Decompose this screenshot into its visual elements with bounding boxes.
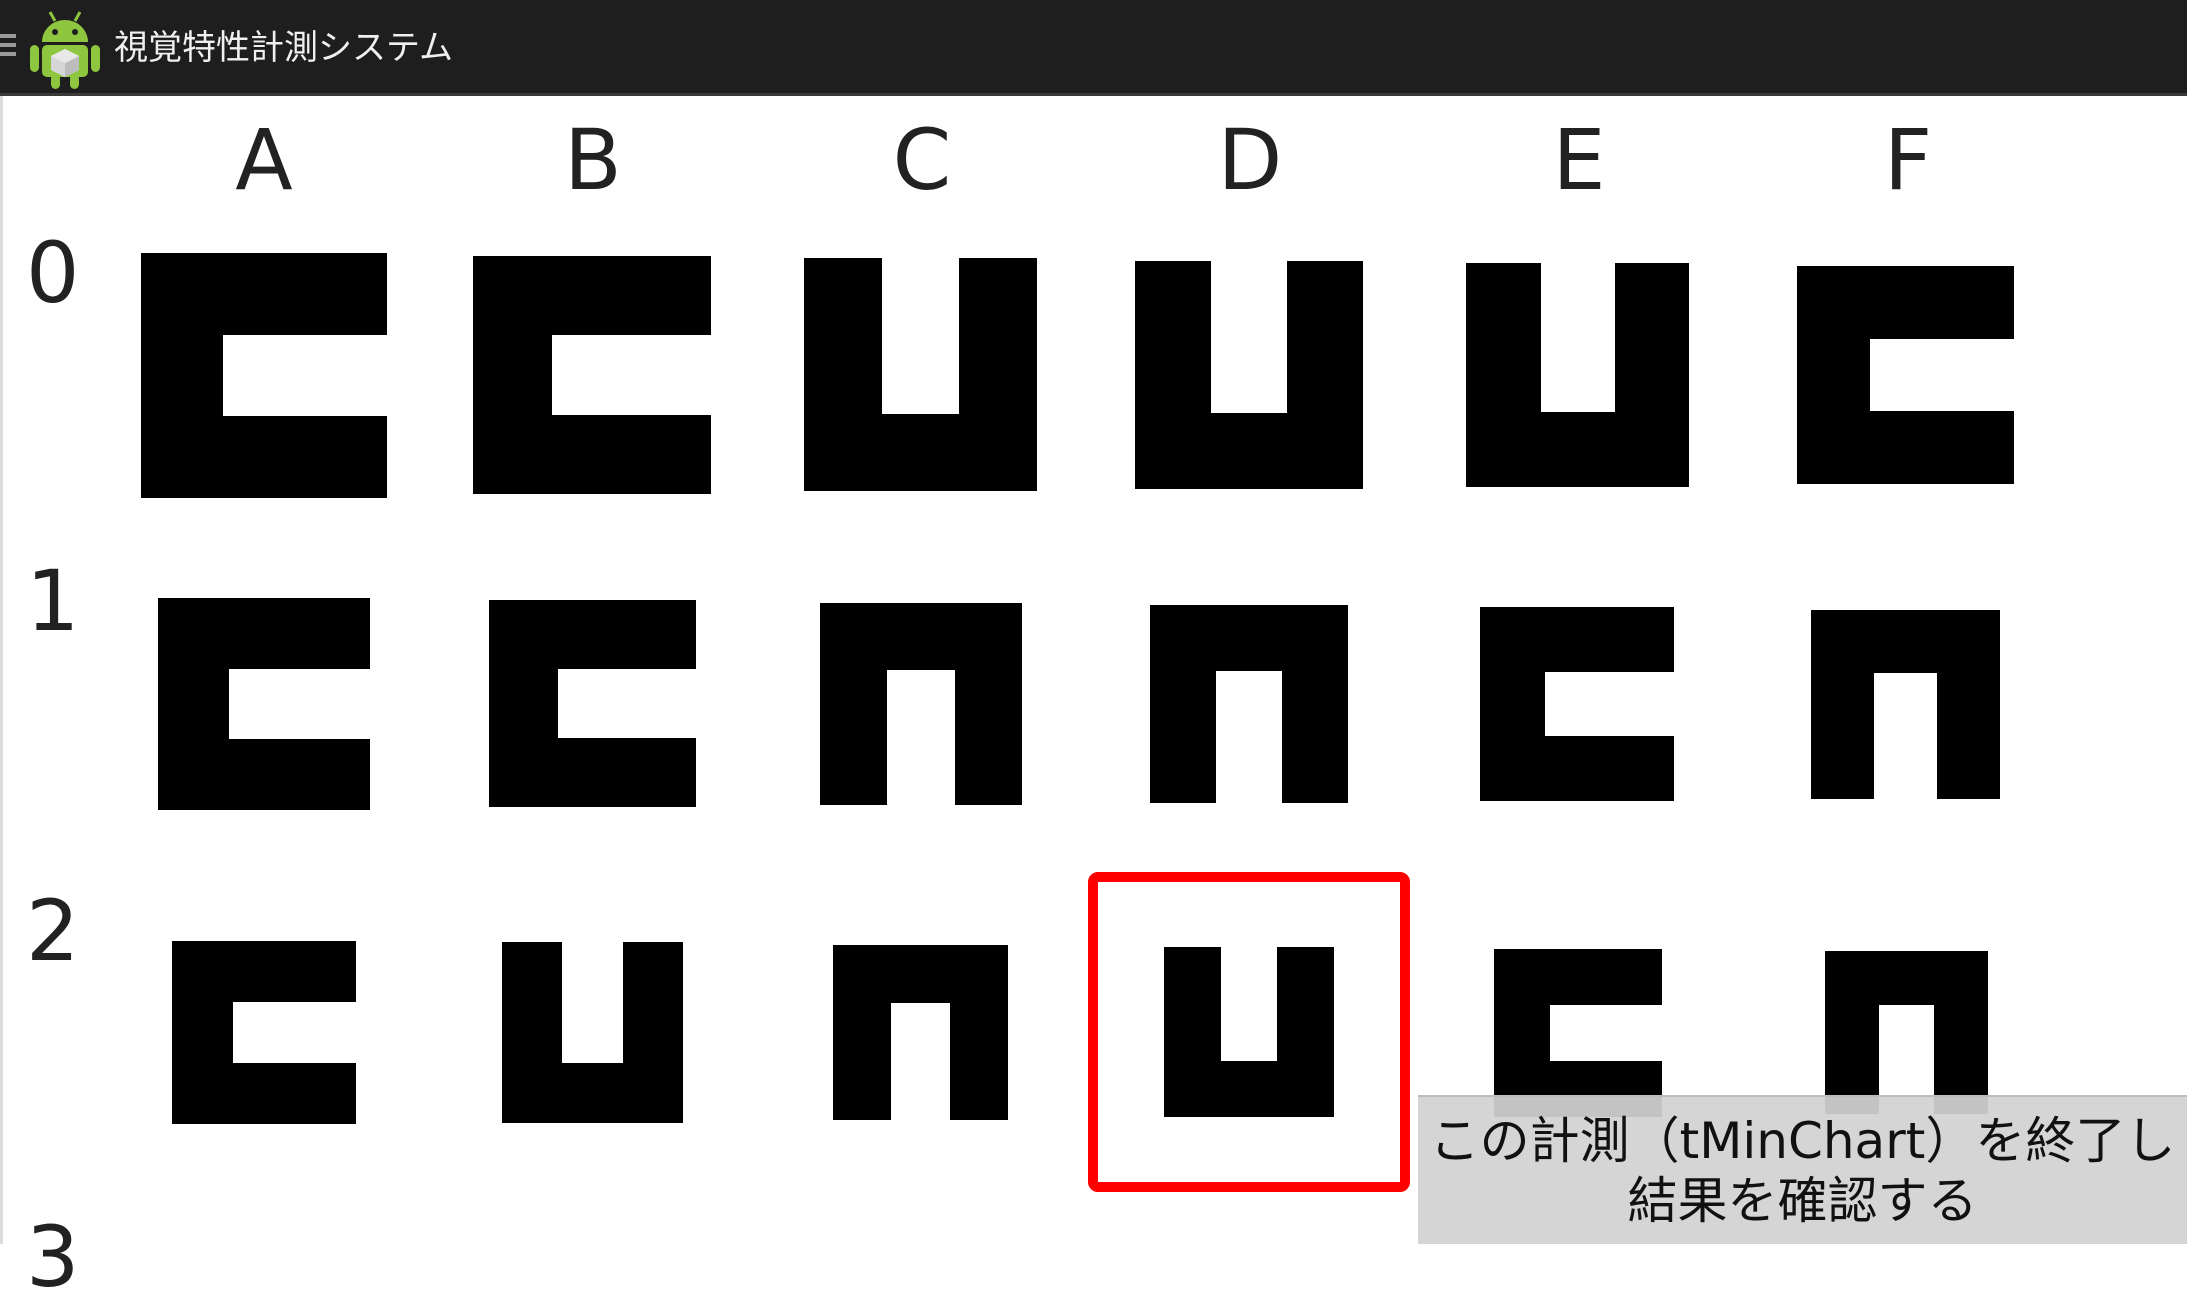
row-header-3: 3 [26, 1208, 80, 1306]
optotype-e2[interactable] [1494, 949, 1662, 1117]
optotype-a1[interactable] [158, 598, 370, 810]
optotype-b1[interactable] [489, 600, 696, 807]
finish-button-line2: 結果を確認する [1627, 1171, 1978, 1230]
selection-highlight [1088, 872, 1410, 1192]
optotype-f0[interactable] [1797, 266, 2014, 484]
column-header-d: D [1217, 111, 1283, 209]
optotype-f1[interactable] [1811, 610, 2000, 799]
optotype-c0[interactable] [804, 258, 1037, 491]
column-header-c: C [892, 111, 952, 209]
optotype-f2[interactable] [1825, 951, 1988, 1114]
android-icon[interactable] [28, 8, 102, 90]
action-bar: 視覚特性計測システム [0, 0, 2187, 96]
finish-measurement-button[interactable]: この計測（tMinChart）を終了し 結果を確認する [1418, 1095, 2187, 1244]
menu-icon[interactable] [0, 34, 16, 60]
optotype-e0[interactable] [1466, 263, 1689, 487]
optotype-e1[interactable] [1480, 607, 1674, 801]
finish-button-line1: この計測（tMinChart）を終了し [1429, 1111, 2176, 1170]
optotype-d1[interactable] [1150, 605, 1348, 803]
optotype-c2[interactable] [833, 945, 1008, 1120]
optotype-a2[interactable] [172, 941, 356, 1124]
row-header-1: 1 [26, 552, 80, 650]
optotype-d0[interactable] [1135, 261, 1363, 489]
column-header-f: F [1883, 111, 1933, 209]
left-edge-divider [0, 96, 3, 1244]
column-header-e: E [1552, 111, 1606, 209]
row-header-0: 0 [26, 224, 80, 322]
row-header-2: 2 [26, 882, 80, 980]
optotype-b0[interactable] [473, 256, 711, 494]
optotype-a0[interactable] [141, 253, 387, 498]
optotype-b2[interactable] [502, 942, 683, 1123]
column-header-b: B [564, 111, 622, 209]
column-header-a: A [235, 111, 293, 209]
app-title: 視覚特性計測システム [114, 28, 453, 68]
optotype-c1[interactable] [820, 603, 1022, 805]
